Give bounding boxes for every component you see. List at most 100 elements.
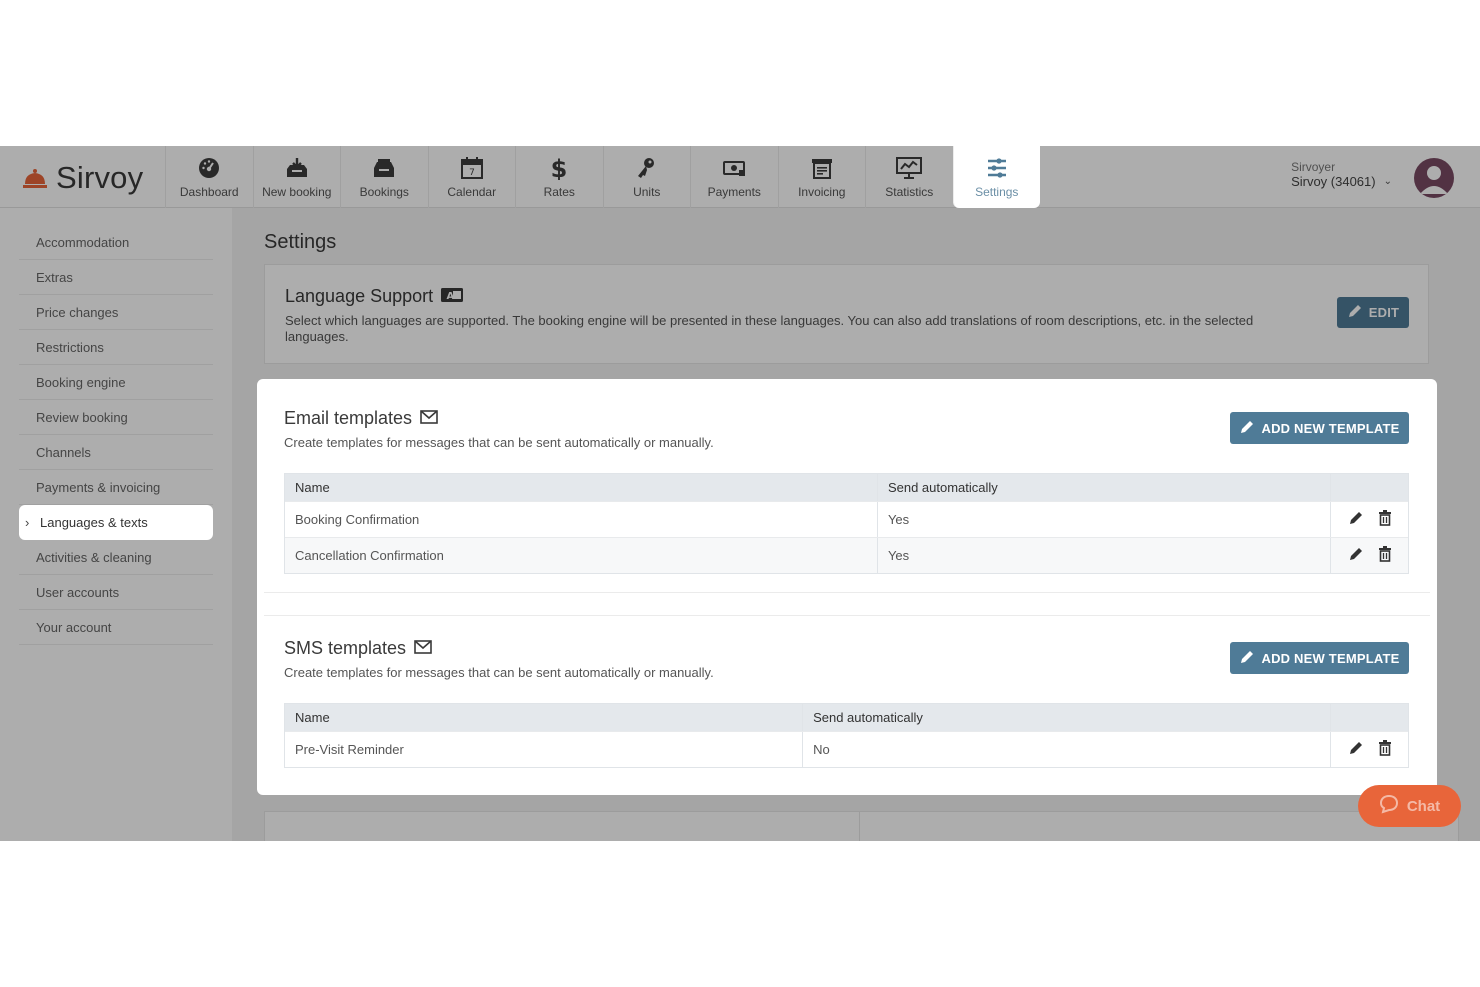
money-icon — [721, 155, 747, 181]
edit-button-label: EDIT — [1368, 305, 1400, 320]
invoice-icon — [809, 155, 835, 181]
sidebar-item-restrictions[interactable]: Restrictions — [19, 330, 213, 365]
user-avatar-icon — [1420, 166, 1448, 194]
nav-payments[interactable]: Payments — [690, 146, 778, 208]
inbox-download-icon — [284, 155, 310, 181]
envelope-icon — [414, 638, 432, 659]
sidebar-item-review-booking[interactable]: Review booking — [19, 400, 213, 435]
sirvoy-logo[interactable]: Sirvoy — [22, 158, 143, 198]
add-template-label: ADD NEW TEMPLATE — [1261, 650, 1400, 666]
sidebar-item-activities-cleaning[interactable]: Activities & cleaning — [19, 540, 213, 575]
template-name[interactable]: Pre-Visit Reminder — [285, 732, 804, 767]
language-support-card: Language Support A Select which language… — [264, 264, 1429, 364]
sidebar-item-label: Languages & texts — [40, 515, 148, 530]
column-send-automatically: Send automatically — [878, 474, 1332, 501]
sms-templates-heading: SMS templates — [284, 638, 407, 658]
nav-label: Dashboard — [179, 185, 239, 199]
svg-text:$: $ — [551, 156, 568, 180]
table-row: Cancellation Confirmation Yes — [285, 537, 1408, 573]
sidebar-item-price-changes[interactable]: Price changes — [19, 295, 213, 330]
column-name: Name — [285, 474, 878, 501]
edit-pencil-icon[interactable] — [1348, 510, 1364, 529]
account-user-name: Sirvoyer — [1291, 160, 1336, 174]
main-nav: Dashboard New booking Bookings 7 Calenda… — [165, 146, 1040, 208]
templates-highlight: Email templates Create templates for mes… — [257, 379, 1437, 795]
template-name[interactable]: Booking Confirmation — [285, 502, 878, 537]
edit-languages-button[interactable]: EDIT — [1337, 297, 1409, 328]
template-auto: Yes — [878, 502, 1332, 537]
column-actions — [1331, 704, 1408, 731]
edit-pencil-icon[interactable] — [1348, 546, 1364, 565]
chat-button[interactable]: Chat — [1358, 785, 1461, 827]
nav-calendar[interactable]: 7 Calendar — [427, 146, 516, 208]
template-name[interactable]: Cancellation Confirmation — [285, 538, 878, 573]
sidebar-item-extras[interactable]: Extras — [19, 260, 213, 295]
trash-icon[interactable] — [1378, 510, 1392, 529]
email-templates-heading: Email templates — [284, 408, 413, 428]
email-templates-card: Email templates Create templates for mes… — [264, 386, 1430, 593]
page-title: Settings — [264, 231, 337, 253]
sidebar-item-languages-texts[interactable]: › Languages & texts — [19, 505, 213, 540]
nav-statistics[interactable]: Statistics — [865, 146, 953, 208]
bell-logo-icon — [22, 165, 48, 191]
account-switcher[interactable]: Sirvoyer Sirvoy (34061) ⌄ — [1291, 160, 1392, 189]
sidebar-item-your-account[interactable]: Your account — [19, 610, 213, 645]
envelope-icon — [420, 408, 438, 429]
translate-icon: A — [441, 286, 464, 307]
nav-label: Calendar — [447, 185, 497, 199]
sidebar-item-channels[interactable]: Channels — [19, 435, 213, 470]
table-header: Name Send automatically — [285, 704, 1408, 731]
chevron-down-icon: ⌄ — [1383, 176, 1392, 187]
nav-dashboard[interactable]: Dashboard — [165, 146, 253, 208]
column-name: Name — [285, 704, 804, 731]
nav-label: Rates — [543, 185, 575, 199]
avatar[interactable] — [1414, 158, 1454, 198]
sidebar-item-accommodation[interactable]: Accommodation — [19, 225, 213, 260]
settings-sidebar: Accommodation Extras Price changes Restr… — [0, 208, 232, 841]
column-send-automatically: Send automatically — [803, 704, 1332, 731]
nav-settings[interactable]: Settings — [952, 146, 1040, 208]
calendar-icon: 7 — [459, 155, 485, 181]
next-card-left — [264, 811, 866, 841]
row-actions — [1331, 502, 1408, 537]
nav-rates[interactable]: $ Rates — [515, 146, 603, 208]
sidebar-item-payments-invoicing[interactable]: Payments & invoicing — [19, 470, 213, 505]
table-header: Name Send automatically — [285, 474, 1408, 501]
nav-label: Payments — [707, 185, 761, 199]
language-support-title: Language Support A — [285, 286, 1408, 307]
nav-label: New booking — [262, 185, 332, 199]
nav-units[interactable]: Units — [602, 146, 691, 208]
nav-label: Units — [633, 185, 661, 199]
svg-text:7: 7 — [469, 168, 475, 178]
brand-name: Sirvoy — [56, 160, 144, 195]
pencil-icon — [1239, 419, 1255, 438]
pencil-icon — [1239, 649, 1255, 668]
trash-icon[interactable] — [1378, 740, 1392, 759]
nav-bookings[interactable]: Bookings — [340, 146, 428, 208]
sidebar-item-user-accounts[interactable]: User accounts — [19, 575, 213, 610]
column-actions — [1331, 474, 1408, 501]
trash-icon[interactable] — [1378, 546, 1392, 565]
account-property: Sirvoy (34061) ⌄ — [1291, 174, 1392, 189]
nav-label: Bookings — [359, 185, 409, 199]
sidebar-item-booking-engine[interactable]: Booking engine — [19, 365, 213, 400]
chat-inner: Chat — [1379, 794, 1440, 818]
top-bar: Sirvoy Dashboard New booking Bookings 7 … — [0, 146, 1480, 208]
edit-pencil-icon[interactable] — [1348, 740, 1364, 759]
account-property-label: Sirvoy (34061) — [1291, 174, 1376, 189]
sms-templates-card: SMS templates Create templates for messa… — [264, 615, 1430, 787]
chevron-right-icon: › — [25, 515, 30, 530]
chat-label: Chat — [1406, 797, 1441, 815]
add-email-template-button[interactable]: ADD NEW TEMPLATE — [1230, 412, 1409, 444]
inbox-icon — [371, 155, 397, 181]
nav-new-booking[interactable]: New booking — [252, 146, 341, 208]
nav-invoicing[interactable]: Invoicing — [777, 146, 866, 208]
language-support-heading: Language Support — [285, 286, 434, 306]
table-row: Booking Confirmation Yes — [285, 501, 1408, 537]
sms-templates-table: Name Send automatically Pre-Visit Remind… — [284, 703, 1409, 768]
app-window: Sirvoy Dashboard New booking Bookings 7 … — [0, 146, 1480, 841]
add-sms-template-button[interactable]: ADD NEW TEMPLATE — [1230, 642, 1409, 674]
chat-bubble-icon — [1379, 794, 1399, 818]
pencil-icon — [1347, 303, 1363, 322]
chart-icon — [896, 155, 923, 181]
